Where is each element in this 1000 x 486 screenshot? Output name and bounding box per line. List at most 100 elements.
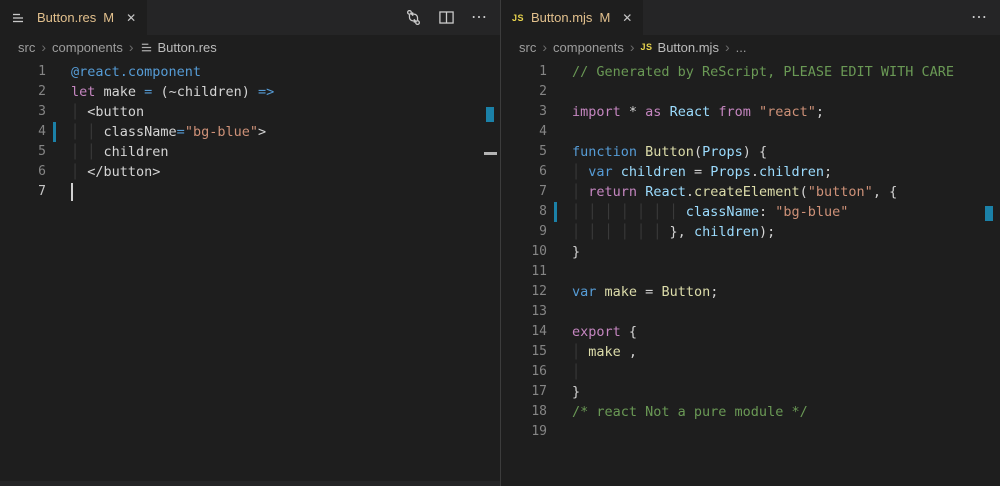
editor-line[interactable]: 11 xyxy=(501,262,1000,282)
tab-button-mjs[interactable]: JS Button.mjs M ✕ xyxy=(501,0,643,35)
breadcrumb-symbol-ellipsis[interactable]: ... xyxy=(736,40,747,55)
editor-line[interactable]: 10} xyxy=(501,242,1000,262)
more-actions-icon[interactable]: ⋯ xyxy=(471,0,488,35)
tab-button-res[interactable]: Button.res M ✕ xyxy=(0,0,147,35)
editor-line[interactable]: 6│ </button> xyxy=(0,162,500,182)
code-token: ) { xyxy=(743,144,767,160)
editor-line[interactable]: 13 xyxy=(501,302,1000,322)
line-number: 13 xyxy=(501,302,547,322)
code-token xyxy=(637,184,645,200)
breadcrumb-file[interactable]: Button.res xyxy=(158,40,217,55)
editor-line[interactable]: 8│ │ │ │ │ │ │ className: "bg-blue" xyxy=(501,202,1000,222)
split-editor-icon[interactable] xyxy=(438,9,455,26)
code-token: ( xyxy=(800,184,808,200)
code-token: children xyxy=(621,164,686,180)
gutter-spacer xyxy=(554,422,557,442)
chevron-right-icon: › xyxy=(630,39,635,55)
editor-line[interactable]: 4 xyxy=(501,122,1000,142)
editor-line[interactable]: 4│ │ className="bg-blue"> xyxy=(0,122,500,142)
close-icon[interactable]: ✕ xyxy=(126,11,136,25)
code-token: var xyxy=(572,284,596,300)
editor-line[interactable]: 16│ xyxy=(501,362,1000,382)
editor-line[interactable]: 7 xyxy=(0,182,500,202)
breadcrumb-file[interactable]: Button.mjs xyxy=(658,40,719,55)
open-changes-icon[interactable] xyxy=(405,9,422,26)
editor-line[interactable]: 6│ var children = Props.children; xyxy=(501,162,1000,182)
line-number: 15 xyxy=(501,342,547,362)
gutter-spacer xyxy=(554,282,557,302)
overview-ruler-modified-mark xyxy=(985,206,993,221)
code-token: make xyxy=(95,84,144,100)
file-list-icon xyxy=(11,11,25,25)
editor-line[interactable]: 5function Button(Props) { xyxy=(501,142,1000,162)
gutter-spacer xyxy=(554,142,557,162)
code-token: "bg-blue" xyxy=(185,124,258,140)
code-text: let make = (~children) => xyxy=(71,82,274,102)
overview-ruler-cursor-mark xyxy=(484,152,497,155)
gutter-spacer xyxy=(53,62,56,82)
line-number: 1 xyxy=(0,62,46,82)
more-actions-icon[interactable]: ⋯ xyxy=(971,0,988,35)
code-text: │ var children = Props.children; xyxy=(572,162,832,182)
editor-line[interactable]: 19 xyxy=(501,422,1000,442)
chevron-right-icon: › xyxy=(542,39,547,55)
code-token: . xyxy=(686,184,694,200)
code-token: children xyxy=(759,164,824,180)
code-token: ( xyxy=(694,144,702,160)
indent-guide: │ │ xyxy=(71,124,104,140)
gutter-spacer xyxy=(53,182,56,202)
editor-line[interactable]: 1// Generated by ReScript, PLEASE EDIT W… xyxy=(501,62,1000,82)
code-token: }, xyxy=(670,224,694,240)
editor-line[interactable]: 9│ │ │ │ │ │ }, children); xyxy=(501,222,1000,242)
editor-line[interactable]: 3import * as React from "react"; xyxy=(501,102,1000,122)
gutter-spacer xyxy=(554,342,557,362)
editor-line[interactable]: 15│ make , xyxy=(501,342,1000,362)
indent-guide: │ xyxy=(71,164,87,180)
editor-line[interactable]: 7│ return React.createElement("button", … xyxy=(501,182,1000,202)
editor-line[interactable]: 17} xyxy=(501,382,1000,402)
editor-actions-right: ⋯ xyxy=(971,0,988,35)
editor-pane-right: JS Button.mjs M ✕ ⋯ src › components › J… xyxy=(500,0,1000,486)
editor-line[interactable]: 14export { xyxy=(501,322,1000,342)
line-number: 3 xyxy=(501,102,547,122)
editor-line[interactable]: 2 xyxy=(501,82,1000,102)
indent-guide: │ │ xyxy=(71,144,104,160)
code-token: var xyxy=(588,164,612,180)
indent-guide: │ xyxy=(572,164,588,180)
close-icon[interactable]: ✕ xyxy=(622,11,632,25)
code-text: │ <button xyxy=(71,102,144,122)
code-text: } xyxy=(572,382,580,402)
indent-guide: │ xyxy=(572,364,580,380)
line-number: 5 xyxy=(501,142,547,162)
line-number: 5 xyxy=(0,142,46,162)
editor-line[interactable]: 1@react.component xyxy=(0,62,500,82)
code-editor-rescript[interactable]: 1@react.component2let make = (~children)… xyxy=(0,59,500,202)
code-token: = xyxy=(686,164,710,180)
line-number: 17 xyxy=(501,382,547,402)
line-number: 11 xyxy=(501,262,547,282)
code-text: } xyxy=(572,242,580,262)
line-number: 12 xyxy=(501,282,547,302)
horizontal-scrollbar[interactable] xyxy=(0,481,500,486)
code-text: export { xyxy=(572,322,637,342)
editor-line[interactable]: 5│ │ children xyxy=(0,142,500,162)
code-token: } xyxy=(572,384,580,400)
code-token: , xyxy=(621,344,637,360)
breadcrumb-segment-components[interactable]: components xyxy=(553,40,624,55)
breadcrumb-segment-src[interactable]: src xyxy=(519,40,536,55)
line-number: 9 xyxy=(501,222,547,242)
code-token xyxy=(637,144,645,160)
code-token xyxy=(613,164,621,180)
line-number: 18 xyxy=(501,402,547,422)
editor-line[interactable]: 2let make = (~children) => xyxy=(0,82,500,102)
editor-line[interactable]: 3│ <button xyxy=(0,102,500,122)
editor-actions-left: ⋯ xyxy=(405,0,488,35)
code-token: Button xyxy=(661,284,710,300)
code-editor-javascript[interactable]: 1// Generated by ReScript, PLEASE EDIT W… xyxy=(501,59,1000,442)
code-text: // Generated by ReScript, PLEASE EDIT WI… xyxy=(572,62,954,82)
code-token xyxy=(751,104,759,120)
editor-line[interactable]: 18/* react Not a pure module */ xyxy=(501,402,1000,422)
editor-line[interactable]: 12var make = Button; xyxy=(501,282,1000,302)
breadcrumb-segment-src[interactable]: src xyxy=(18,40,35,55)
breadcrumb-segment-components[interactable]: components xyxy=(52,40,123,55)
